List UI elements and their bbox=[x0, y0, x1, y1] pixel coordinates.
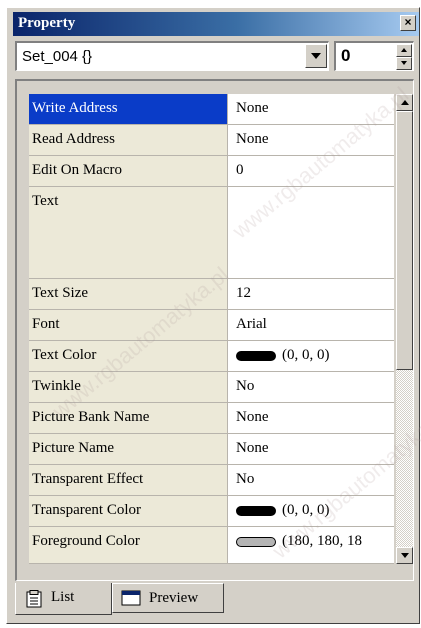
color-value: (180, 180, 18 bbox=[282, 533, 362, 549]
tab-list[interactable]: List bbox=[15, 583, 112, 615]
property-value[interactable]: No bbox=[228, 372, 394, 402]
window-icon bbox=[121, 590, 141, 606]
property-row-font[interactable]: Font Arial bbox=[29, 310, 394, 341]
property-name: Foreground Color bbox=[29, 527, 228, 563]
spinner-value: 0 bbox=[341, 46, 351, 65]
property-row-twinkle[interactable]: Twinkle No bbox=[29, 372, 394, 403]
property-name: Transparent Color bbox=[29, 496, 228, 526]
property-row-text-size[interactable]: Text Size 12 bbox=[29, 279, 394, 310]
property-grid: Write Address None Read Address None Edi… bbox=[29, 94, 394, 564]
scroll-up-button[interactable] bbox=[396, 94, 413, 111]
property-row-text-color[interactable]: Text Color (0, 0, 0) bbox=[29, 341, 394, 372]
property-value[interactable]: None bbox=[228, 434, 394, 464]
property-name: Read Address bbox=[29, 125, 228, 155]
property-row-write-address[interactable]: Write Address None bbox=[29, 94, 394, 125]
property-name: Write Address bbox=[29, 94, 228, 124]
property-row-picture-bank-name[interactable]: Picture Bank Name None bbox=[29, 403, 394, 434]
color-swatch bbox=[236, 536, 276, 547]
property-value[interactable] bbox=[228, 187, 394, 278]
property-name: Text bbox=[29, 187, 228, 278]
color-value: (0, 0, 0) bbox=[282, 347, 330, 363]
tab-label: List bbox=[51, 589, 75, 605]
property-name: Text Size bbox=[29, 279, 228, 309]
property-value[interactable]: None bbox=[228, 125, 394, 155]
property-row-picture-name[interactable]: Picture Name None bbox=[29, 434, 394, 465]
object-select-value: Set_004 {} bbox=[22, 48, 93, 65]
property-name: Font bbox=[29, 310, 228, 340]
property-value[interactable]: No bbox=[228, 465, 394, 495]
property-name: Transparent Effect bbox=[29, 465, 228, 495]
arrow-down-icon bbox=[401, 61, 407, 65]
title-bar[interactable]: Property × bbox=[13, 12, 419, 36]
property-value-color[interactable]: (0, 0, 0) bbox=[228, 341, 394, 371]
arrow-down-icon bbox=[401, 553, 409, 558]
property-value[interactable]: None bbox=[228, 94, 394, 124]
property-name: Edit On Macro bbox=[29, 156, 228, 186]
window-title: Property bbox=[18, 15, 76, 31]
vertical-scrollbar[interactable] bbox=[396, 94, 413, 564]
chevron-down-icon bbox=[311, 53, 321, 59]
property-value[interactable]: None bbox=[228, 403, 394, 433]
property-value[interactable]: 12 bbox=[228, 279, 394, 309]
arrow-up-icon bbox=[401, 48, 407, 52]
scroll-down-button[interactable] bbox=[396, 547, 413, 564]
object-select[interactable]: Set_004 {} bbox=[15, 41, 329, 71]
property-row-foreground-color[interactable]: Foreground Color (180, 180, 18 bbox=[29, 527, 394, 564]
property-row-transparent-effect[interactable]: Transparent Effect No bbox=[29, 465, 394, 496]
index-spinner[interactable]: 0 bbox=[334, 41, 414, 71]
dropdown-button[interactable] bbox=[305, 44, 327, 68]
color-swatch bbox=[236, 350, 276, 361]
property-value[interactable]: Arial bbox=[228, 310, 394, 340]
scroll-thumb[interactable] bbox=[396, 111, 413, 370]
property-value-color[interactable]: (0, 0, 0) bbox=[228, 496, 394, 526]
property-value[interactable]: 0 bbox=[228, 156, 394, 186]
property-name: Picture Name bbox=[29, 434, 228, 464]
arrow-up-icon bbox=[401, 100, 409, 105]
property-row-text[interactable]: Text bbox=[29, 187, 394, 279]
property-row-transparent-color[interactable]: Transparent Color (0, 0, 0) bbox=[29, 496, 394, 527]
property-name: Twinkle bbox=[29, 372, 228, 402]
spin-up-button[interactable] bbox=[396, 44, 412, 57]
close-button[interactable]: × bbox=[400, 15, 416, 31]
spin-down-button[interactable] bbox=[396, 57, 412, 70]
view-tabs: List Preview bbox=[15, 583, 414, 615]
tab-label: Preview bbox=[149, 590, 199, 606]
property-row-read-address[interactable]: Read Address None bbox=[29, 125, 394, 156]
color-value: (0, 0, 0) bbox=[282, 502, 330, 518]
clipboard-icon bbox=[26, 590, 42, 608]
property-row-edit-on-macro[interactable]: Edit On Macro 0 bbox=[29, 156, 394, 187]
close-icon: × bbox=[404, 15, 412, 29]
property-value-color[interactable]: (180, 180, 18 bbox=[228, 527, 394, 563]
color-swatch bbox=[236, 505, 276, 516]
tab-preview[interactable]: Preview bbox=[112, 583, 224, 613]
property-name: Text Color bbox=[29, 341, 228, 371]
property-name: Picture Bank Name bbox=[29, 403, 228, 433]
